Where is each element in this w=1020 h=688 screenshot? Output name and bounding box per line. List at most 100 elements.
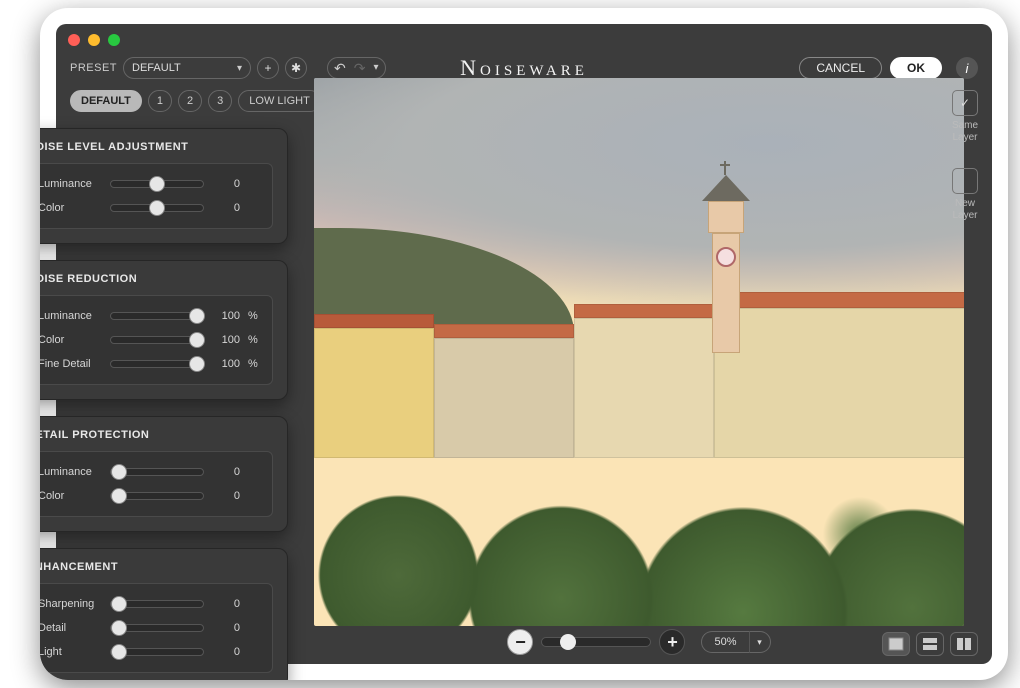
panel-title: NOISE REDUCTION [40,273,273,285]
finedetail-value: 100 [212,358,240,370]
plus-icon: + [265,61,272,75]
luminance-label: Luminance [40,178,102,190]
tab-2[interactable]: 2 [178,90,202,112]
chevron-down-icon: ▾ [237,63,242,74]
layer-output-strip: ✓ Same Layer New Layer [948,90,982,222]
preset-tabs: DEFAULT 1 2 3 LOW LIGHT [70,90,321,112]
zoom-dropdown[interactable]: ▾ [749,631,771,653]
color-slider[interactable] [110,336,204,344]
panel-enhancement: ENHANCEMENT Sharpening 0 Detail 0 [40,548,288,680]
detail-label: Detail [40,622,102,634]
panel-title: ENHANCEMENT [40,561,273,573]
cancel-button[interactable]: CANCEL [799,57,882,79]
luminance-slider[interactable] [110,468,204,476]
preset-settings-button[interactable]: ✱ [285,57,307,79]
color-label: Color [40,490,102,502]
view-mode-toggles [882,632,978,656]
luminance-label: Luminance [40,466,102,478]
same-layer-button[interactable]: ✓ [952,90,978,116]
fullscreen-window-icon[interactable] [108,34,120,46]
window-traffic-lights [68,34,120,46]
color-value: 0 [212,490,240,502]
preset-value: DEFAULT [132,62,181,74]
ok-button[interactable]: OK [890,57,942,79]
view-split-horizontal-icon [922,637,938,651]
panel-noise-reduction: NOISE REDUCTION Luminance 100 % Color 10… [40,260,288,400]
slider-thumb[interactable] [189,356,205,372]
color-value: 0 [212,202,240,214]
new-layer-button[interactable] [952,168,978,194]
info-icon: i [966,61,969,76]
slider-thumb[interactable] [189,308,205,324]
adjustment-panels: NOISE LEVEL ADJUSTMENT Luminance 0 Color… [40,128,288,680]
detail-slider[interactable] [110,624,204,632]
sharpening-slider[interactable] [110,600,204,608]
light-label: Light [40,646,102,658]
finedetail-label: Fine Detail [40,358,102,370]
history-controls: ↶ ↷ ▾ [327,57,386,79]
luminance-slider[interactable] [110,180,204,188]
color-label: Color [40,334,102,346]
tab-default[interactable]: DEFAULT [70,90,142,112]
preset-dropdown[interactable]: DEFAULT ▾ [123,57,251,79]
panel-title: NOISE LEVEL ADJUSTMENT [40,141,273,153]
history-dropdown-icon[interactable]: ▾ [373,63,378,73]
same-layer-label: Same Layer [952,120,978,144]
luminance-slider[interactable] [110,312,204,320]
slider-thumb[interactable] [111,644,127,660]
slider-thumb[interactable] [149,176,165,192]
color-slider[interactable] [110,492,204,500]
view-split-vertical-button[interactable] [950,632,978,656]
panel-title: DETAIL PROTECTION [40,429,273,441]
redo-icon[interactable]: ↷ [354,61,366,75]
luminance-value: 0 [212,466,240,478]
slider-thumb[interactable] [111,464,127,480]
light-value: 0 [212,646,240,658]
chevron-down-icon: ▾ [757,637,762,648]
color-slider[interactable] [110,204,204,212]
close-window-icon[interactable] [68,34,80,46]
zoom-slider-thumb[interactable] [560,634,576,650]
sharpening-value: 0 [212,598,240,610]
tab-3[interactable]: 3 [208,90,232,112]
zoom-out-button[interactable]: − [507,629,533,655]
app-window: PRESET DEFAULT ▾ + ✱ ↶ ↷ ▾ Noiseware CAN… [56,24,992,664]
ok-label: OK [907,61,925,75]
finedetail-slider[interactable] [110,360,204,368]
zoom-in-button[interactable]: + [659,629,685,655]
new-layer-label: New Layer [952,198,977,222]
check-icon: ✓ [960,96,970,110]
light-slider[interactable] [110,648,204,656]
view-split-vertical-icon [956,637,972,651]
zoom-value: 50% [701,631,748,653]
view-split-horizontal-button[interactable] [916,632,944,656]
minimize-window-icon[interactable] [88,34,100,46]
add-preset-button[interactable]: + [257,57,279,79]
tab-lowlight[interactable]: LOW LIGHT [238,90,321,112]
luminance-value: 100 [212,310,240,322]
slider-thumb[interactable] [111,620,127,636]
cancel-label: CANCEL [816,61,865,75]
undo-icon[interactable]: ↶ [334,61,346,75]
detail-value: 0 [212,622,240,634]
preset-label: PRESET [70,62,117,74]
tab-1[interactable]: 1 [148,90,172,112]
view-single-icon [888,637,904,651]
panel-detail-protection: DETAIL PROTECTION Luminance 0 Color 0 [40,416,288,532]
zoom-slider[interactable] [541,637,651,647]
outer-frame: PRESET DEFAULT ▾ + ✱ ↶ ↷ ▾ Noiseware CAN… [40,8,1008,680]
view-single-button[interactable] [882,632,910,656]
slider-thumb[interactable] [189,332,205,348]
gear-icon: ✱ [291,61,301,75]
zoom-toolbar: − + 50% ▾ [314,628,964,656]
slider-thumb[interactable] [111,596,127,612]
panel-noise-level: NOISE LEVEL ADJUSTMENT Luminance 0 Color… [40,128,288,244]
unit-percent: % [248,358,262,370]
image-preview[interactable] [314,78,964,626]
luminance-label: Luminance [40,310,102,322]
slider-thumb[interactable] [111,488,127,504]
unit-percent: % [248,334,262,346]
info-button[interactable]: i [956,57,978,79]
color-label: Color [40,202,102,214]
slider-thumb[interactable] [149,200,165,216]
